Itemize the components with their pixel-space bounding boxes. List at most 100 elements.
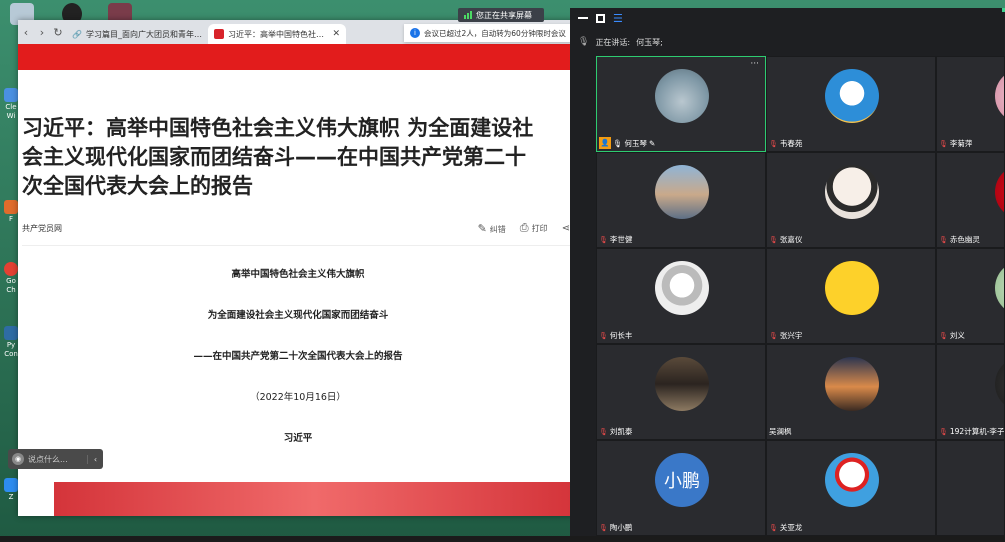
participant-tile[interactable]: 🎙 韦春苑 xyxy=(766,56,936,152)
print-button[interactable]: ⎙ 打印 xyxy=(520,221,548,235)
body-line: 为全面建设社会主义现代化国家而团结奋斗 xyxy=(207,310,389,321)
back-icon[interactable]: ‹ xyxy=(18,26,34,39)
headline-line: 次全国代表大会上的报告 xyxy=(22,174,253,198)
article-meta: 共产党员网 ✎ 纠错 ⎙ 打印 ⋖ xyxy=(22,219,574,237)
mic-muted-icon: 🎙 xyxy=(939,427,948,436)
headline-line: 习近平：高举中国特色社会主义伟大旗帜 为全面建设社 xyxy=(22,116,534,140)
participant-name-tag: 🎙 刘义 xyxy=(939,330,965,341)
participant-name-tag: 🎙 李世健 xyxy=(599,234,632,245)
speaking-indicator: 🎙 正在讲话: 何玉琴; xyxy=(570,28,1005,56)
participant-tile[interactable]: 🎙 192计算机-李子 xyxy=(936,344,1005,440)
participant-name: 192计算机-李子 xyxy=(949,427,1005,436)
avatar xyxy=(825,165,879,219)
menu-icon[interactable]: ☰ xyxy=(613,12,623,25)
participant-name: 刘凯泰 xyxy=(609,427,633,436)
participant-name: 何长丰 xyxy=(609,331,633,340)
minimize-icon[interactable] xyxy=(578,17,588,19)
more-options-icon[interactable]: ··· xyxy=(750,59,759,69)
participant-name: 李菊萍 xyxy=(949,139,973,148)
avatar xyxy=(655,69,709,123)
avatar xyxy=(825,453,879,507)
mic-muted-icon: 🎙 xyxy=(599,523,608,532)
participant-name-tag: 🎙 刘凯泰 xyxy=(599,426,632,437)
correct-button[interactable]: ✎ 纠错 xyxy=(478,222,506,235)
divider xyxy=(22,245,574,246)
participant-name: 何玉琴 xyxy=(624,138,648,148)
mic-muted-icon: 🎙 xyxy=(939,139,948,148)
avatar xyxy=(655,165,709,219)
taskbar xyxy=(0,536,1005,542)
mic-icon: 🎙 xyxy=(613,138,623,148)
body-author: 习近平 xyxy=(283,433,313,444)
mic-icon: 🎙 xyxy=(578,37,590,47)
participant-name-tag: 🎙 何长丰 xyxy=(599,330,632,341)
meeting-panel: ☰ 🎙 正在讲话: 何玉琴; ··· 👤 🎙 何玉琴 ✎ 🎙 韦春苑 🎙 李菊萍 🎙 李世健 🎙 张嘉仪… xyxy=(570,8,1005,542)
participant-tile[interactable]: ··· 👤 🎙 何玉琴 ✎ xyxy=(596,56,766,152)
body-line: ——在中国共产党第二十次全国代表大会上的报告 xyxy=(193,351,403,362)
article: 习近平：高举中国特色社会主义伟大旗帜 为全面建设社 会主义现代化国家而团结奋斗—… xyxy=(18,114,578,459)
participant-tile[interactable]: 🎙 关亚龙 xyxy=(766,440,936,536)
mic-muted-icon: 🎙 xyxy=(939,235,948,244)
participant-name: 李世健 xyxy=(609,235,633,244)
edit-icon[interactable]: ✎ xyxy=(649,139,655,148)
participant-name-tag: 吴澜枫 xyxy=(769,426,792,437)
participant-name-tag: 🎙 赤色幽灵 xyxy=(939,234,980,245)
screen-share-indicator[interactable]: 您正在共享屏幕 xyxy=(458,8,544,22)
avatar xyxy=(825,69,879,123)
correct-label: 纠错 xyxy=(489,224,506,234)
participant-name-tag: 🎙 关亚龙 xyxy=(769,522,802,533)
article-source: 共产党员网 xyxy=(22,223,62,233)
mic-muted-icon: 🎙 xyxy=(769,235,778,244)
mic-muted-icon: 🎙 xyxy=(599,235,608,244)
comment-placeholder: 说点什么... xyxy=(28,454,68,464)
body-line: 高举中国特色社会主义伟大旗帜 xyxy=(231,269,365,280)
share-icon[interactable]: ⋖ xyxy=(562,223,570,234)
avatar xyxy=(995,261,1004,315)
headline-line: 会主义现代化国家而团结奋斗——在中国共产党第二十 xyxy=(22,145,526,169)
avatar: 小鹏 xyxy=(655,453,709,507)
participant-name-tag: 🎙 192计算机-李子 xyxy=(939,426,1004,437)
mic-muted-icon: 🎙 xyxy=(769,139,778,148)
tab-title: 学习篇目_面向广大团员和青年开展 xyxy=(85,29,202,39)
participant-tile[interactable]: 🎙 何长丰 xyxy=(596,248,766,344)
article-body: 高举中国特色社会主义伟大旗帜 为全面建设社会主义现代化国家而团结奋斗 ——在中国… xyxy=(22,254,574,459)
edit-icon: ✎ xyxy=(477,221,487,235)
reload-icon[interactable]: ↻ xyxy=(50,26,66,39)
avatar xyxy=(995,69,1004,123)
site-header-bar xyxy=(18,44,578,70)
collapse-icon[interactable]: ‹ xyxy=(87,454,103,464)
participant-tile[interactable]: 🎙 李世健 xyxy=(596,152,766,248)
participant-name: 陶小鹏 xyxy=(609,523,633,532)
participant-name: 张兴宇 xyxy=(779,331,803,340)
close-icon[interactable]: ✕ xyxy=(332,29,340,39)
forward-icon[interactable]: › xyxy=(34,26,50,39)
participant-tile[interactable]: 🎙 李菊萍 xyxy=(936,56,1005,152)
participant-name: 吴澜枫 xyxy=(769,427,792,436)
info-icon: i xyxy=(410,28,420,38)
signal-icon xyxy=(464,11,472,19)
participant-name-tag: 🎙 张兴宇 xyxy=(769,330,802,341)
participant-tile[interactable]: 小鹏 🎙 陶小鹏 xyxy=(596,440,766,536)
participant-name-tag: 👤 🎙 何玉琴 ✎ xyxy=(599,137,655,149)
meeting-toolbar: ☰ xyxy=(570,8,1005,28)
participant-tile[interactable]: 🎙 张嘉仪 xyxy=(766,152,936,248)
participant-name: 关亚龙 xyxy=(779,523,803,532)
participant-name-tag: 🎙 陶小鹏 xyxy=(599,522,632,533)
participant-name: 赤色幽灵 xyxy=(949,235,980,244)
tab-study[interactable]: 🔗 学习篇目_面向广大团员和青年开展 xyxy=(66,24,208,44)
participant-tile[interactable] xyxy=(936,440,1005,536)
participant-tile[interactable]: 吴澜枫 xyxy=(766,344,936,440)
mic-muted-icon: 🎙 xyxy=(939,331,948,340)
speaker-name: 何玉琴; xyxy=(636,37,663,47)
tab-article[interactable]: 习近平：高举中国特色社会主义 ✕ xyxy=(208,24,346,44)
host-icon: 👤 xyxy=(599,137,611,149)
participant-tile[interactable]: 🎙 刘凯泰 xyxy=(596,344,766,440)
participant-tile[interactable]: 🎙 刘义 xyxy=(936,248,1005,344)
maximize-icon[interactable] xyxy=(596,13,605,23)
article-headline: 习近平：高举中国特色社会主义伟大旗帜 为全面建设社 会主义现代化国家而团结奋斗—… xyxy=(22,114,582,201)
browser-window: ‹ › ↻ 🔗 学习篇目_面向广大团员和青年开展 习近平：高举中国特色社会主义 … xyxy=(18,20,578,516)
participant-tile[interactable]: 🎙 张兴宇 xyxy=(766,248,936,344)
participant-name: 刘义 xyxy=(949,331,965,340)
participant-tile[interactable]: 🎙 赤色幽灵 xyxy=(936,152,1005,248)
comment-input[interactable]: ◉ 说点什么... ‹ xyxy=(8,449,103,469)
